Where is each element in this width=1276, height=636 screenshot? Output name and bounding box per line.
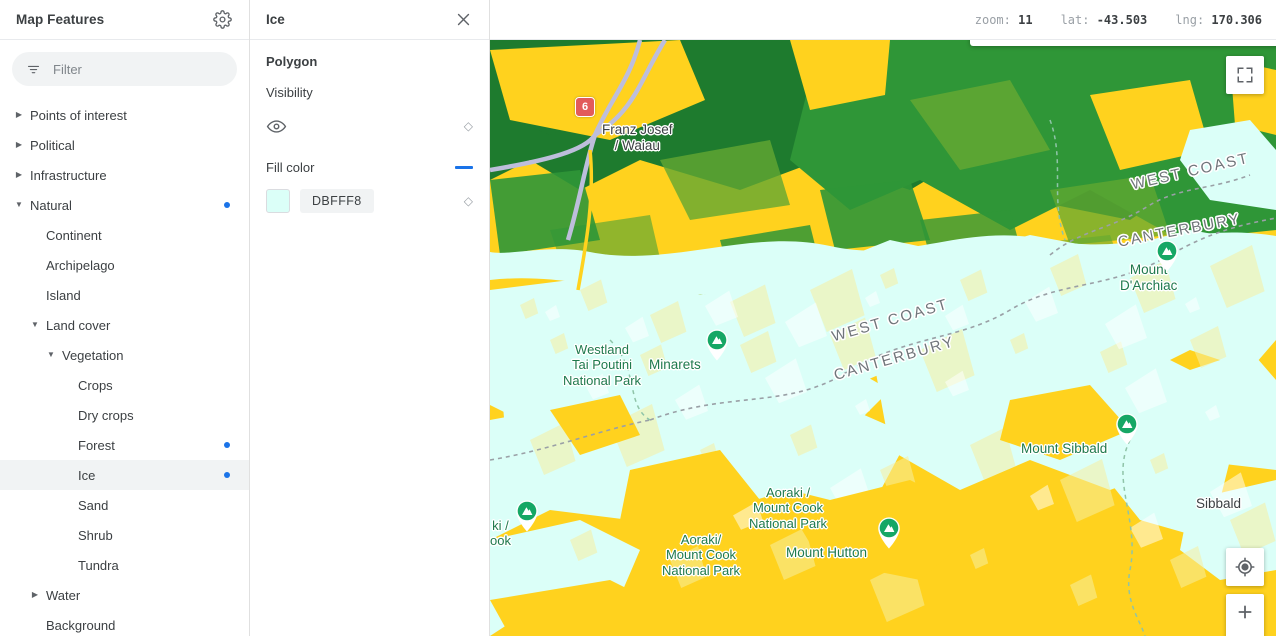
pin-minarets-marker[interactable]: [704, 327, 730, 361]
sidebar-item-label: Background: [46, 617, 116, 633]
sidebar-item-label: Land cover: [46, 317, 111, 333]
sidebar-item-ice[interactable]: Ice: [0, 460, 249, 490]
properties-title: Ice: [266, 12, 285, 27]
fill-color-swatch[interactable]: [266, 189, 290, 213]
sidebar-item-label: Sand: [78, 497, 109, 513]
sidebar-item-continent[interactable]: Continent: [0, 220, 249, 250]
map-features-sidebar: Map Features ▶ Points of interest ▶ Politic…: [0, 0, 250, 636]
sidebar-item-label: Archipelago: [46, 257, 115, 273]
map-topbar: zoom: 11 lat: -43.503 lng: 170.306: [490, 0, 1276, 40]
sidebar-item-label: Vegetation: [62, 347, 124, 363]
visibility-reset-diamond-icon[interactable]: ◇: [464, 120, 473, 132]
lat-label: lat:: [1060, 12, 1090, 27]
filter-input[interactable]: [51, 60, 223, 78]
highway-shield-6[interactable]: 6: [575, 97, 595, 117]
zoom-readout: zoom: 11: [975, 13, 1033, 27]
feature-tree: ▶ Points of interest ▶ Political ▶ Infrastruc…: [0, 96, 249, 636]
sidebar-item-label: Natural: [30, 197, 72, 213]
close-icon[interactable]: [453, 10, 473, 30]
sidebar-item-label: Dry crops: [78, 407, 134, 423]
visibility-label-row: Visibility: [266, 85, 473, 100]
fullscreen-icon[interactable]: [1226, 56, 1264, 94]
sidebar-item-dry-crops[interactable]: Dry crops: [0, 400, 249, 430]
dash-icon[interactable]: [455, 166, 473, 169]
zoom-value: 11: [1018, 12, 1033, 27]
sidebar-item-vegetation[interactable]: ▼ Vegetation: [0, 340, 249, 370]
polygon-section-title: Polygon: [266, 54, 318, 69]
pin-aoraki-edge-marker[interactable]: [514, 498, 540, 532]
chevron-right-icon[interactable]: ▶: [12, 141, 26, 149]
sidebar-item-label: Water: [46, 587, 81, 603]
chevron-down-icon[interactable]: ▼: [12, 201, 26, 209]
fill-color-inputs: DBFFF8: [266, 189, 374, 213]
lat-readout: lat: -43.503: [1061, 13, 1148, 27]
sidebar-item-label: Island: [46, 287, 81, 303]
sidebar-item-label: Crops: [78, 377, 113, 393]
sidebar-item-label: Forest: [78, 437, 115, 453]
sidebar-title: Map Features: [16, 12, 105, 27]
lng-label: lng:: [1175, 12, 1205, 27]
sidebar-item-infrastructure[interactable]: ▶ Infrastructure: [0, 160, 249, 190]
sidebar-item-political[interactable]: ▶ Political: [0, 130, 249, 160]
chevron-right-icon[interactable]: ▶: [28, 591, 42, 599]
sidebar-item-tundra[interactable]: Tundra: [0, 550, 249, 580]
chevron-right-icon[interactable]: ▶: [12, 111, 26, 119]
sidebar-item-crops[interactable]: Crops: [0, 370, 249, 400]
modified-dot-badge: [224, 472, 230, 478]
fill-color-control-row: DBFFF8 ◇: [266, 187, 473, 215]
lng-readout: lng: 170.306: [1175, 13, 1262, 27]
eye-icon[interactable]: [266, 116, 287, 137]
map-styling-app: Map Features ▶ Points of interest ▶ Politic…: [0, 0, 1276, 636]
properties-panel: Ice Polygon Visibility ◇ Fill color DBFF…: [250, 0, 490, 636]
lat-value: -43.503: [1096, 12, 1148, 27]
lng-value: 170.306: [1211, 12, 1262, 27]
gear-icon[interactable]: [211, 9, 233, 31]
pin-mount-darchiac-marker[interactable]: [1154, 238, 1180, 272]
zoom-in-icon[interactable]: [1226, 594, 1264, 636]
fill-color-label-row: Fill color: [266, 160, 473, 175]
sidebar-item-points-of-interest[interactable]: ▶ Points of interest: [0, 100, 249, 130]
sidebar-item-background[interactable]: Background: [0, 610, 249, 636]
properties-header: Ice: [250, 0, 489, 40]
fill-color-reset-diamond-icon[interactable]: ◇: [464, 195, 473, 207]
sidebar-item-label: Points of interest: [30, 107, 127, 123]
sidebar-item-forest[interactable]: Forest: [0, 430, 249, 460]
sidebar-item-label: Shrub: [78, 527, 113, 543]
chevron-down-icon[interactable]: ▼: [28, 321, 42, 329]
sidebar-item-label: Ice: [78, 467, 96, 483]
sidebar-item-label: Political: [30, 137, 75, 153]
map-area[interactable]: zoom: 11 lat: -43.503 lng: 170.306 Franz…: [490, 0, 1276, 636]
sidebar-item-land-cover[interactable]: ▼ Land cover: [0, 310, 249, 340]
sidebar-item-archipelago[interactable]: Archipelago: [0, 250, 249, 280]
fill-color-hex-input[interactable]: DBFFF8: [300, 189, 374, 213]
filter-icon: [27, 65, 40, 73]
sidebar-item-natural[interactable]: ▼ Natural: [0, 190, 249, 220]
chevron-right-icon[interactable]: ▶: [12, 171, 26, 179]
filter-box[interactable]: [12, 52, 237, 86]
sidebar-item-island[interactable]: Island: [0, 280, 249, 310]
visibility-control-row: ◇: [266, 112, 473, 140]
visibility-label: Visibility: [266, 85, 313, 100]
sidebar-item-shrub[interactable]: Shrub: [0, 520, 249, 550]
modified-dot-badge: [224, 202, 230, 208]
zoom-label: zoom:: [974, 12, 1011, 27]
chevron-down-icon[interactable]: ▼: [44, 351, 58, 359]
my-location-icon[interactable]: [1226, 548, 1264, 586]
sidebar-item-label: Infrastructure: [30, 167, 107, 183]
pin-mount-sibbald-marker[interactable]: [1114, 411, 1140, 445]
sidebar-item-water[interactable]: ▶ Water: [0, 580, 249, 610]
fill-color-label: Fill color: [266, 160, 315, 175]
filter-container: [0, 40, 249, 96]
pin-mount-hutton-marker[interactable]: [876, 515, 902, 549]
sidebar-header: Map Features: [0, 0, 249, 40]
sidebar-item-label: Continent: [46, 227, 102, 243]
modified-dot-badge: [224, 442, 230, 448]
sidebar-item-label: Tundra: [78, 557, 119, 573]
map-canvas[interactable]: Franz Josef / Waiau Westland Tai Poutini …: [490, 40, 1276, 636]
properties-body: Polygon Visibility ◇ Fill color DBFFF8 ◇: [250, 40, 489, 215]
sidebar-item-sand[interactable]: Sand: [0, 490, 249, 520]
